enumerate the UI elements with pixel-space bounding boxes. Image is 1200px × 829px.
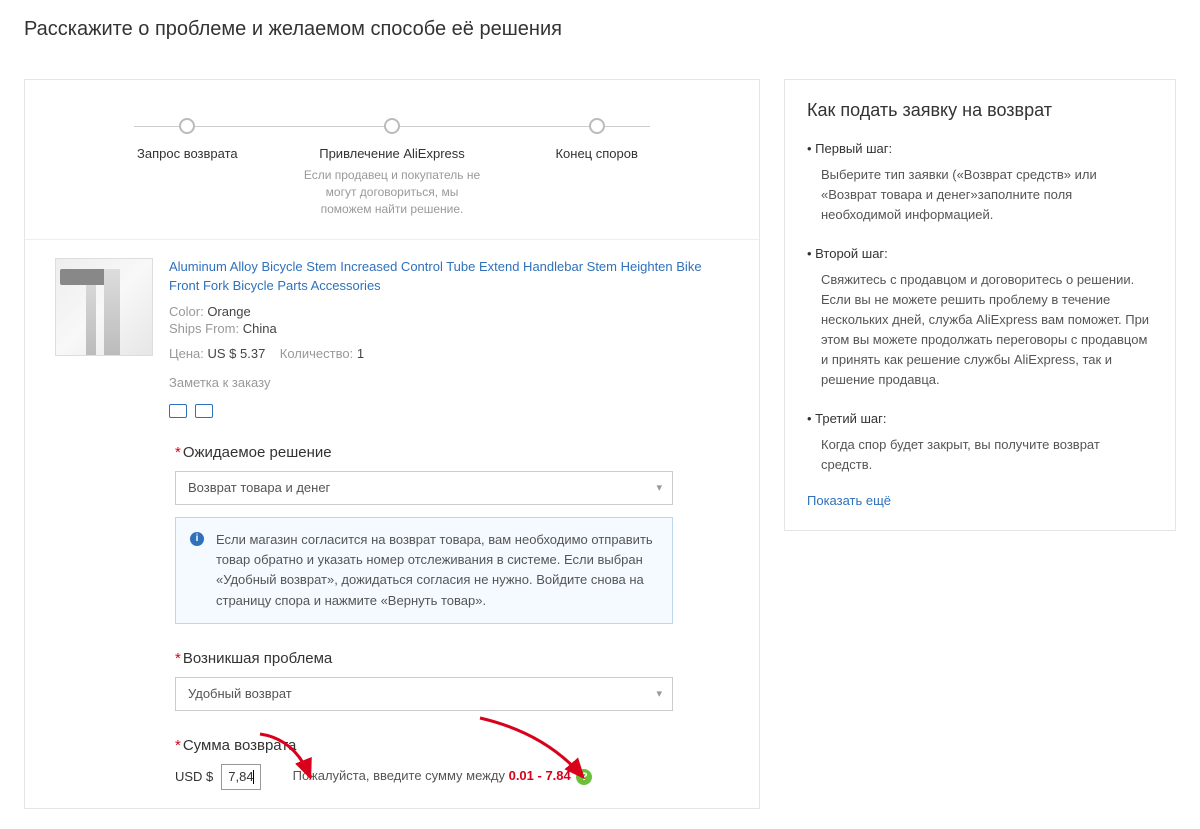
expected-solution-select[interactable]: Возврат товара и денег ▾ xyxy=(175,471,673,505)
step-title: Привлечение AliExpress xyxy=(290,146,495,161)
product-row: Aluminum Alloy Bicycle Stem Increased Co… xyxy=(55,258,729,418)
expected-solution-block: *Ожидаемое решение Возврат товара и дене… xyxy=(175,444,729,624)
chevron-down-icon: ▾ xyxy=(656,678,662,710)
problem-label: Возникшая проблема xyxy=(183,650,332,667)
order-note-label: Заметка к заказу xyxy=(169,375,729,390)
step-2: Привлечение AliExpress Если продавец и п… xyxy=(290,118,495,217)
step-circle-icon xyxy=(179,118,195,134)
refund-amount-block: *Сумма возврата USD $ 7,84 Пожалуйста, в… xyxy=(175,737,729,790)
chevron-down-icon: ▾ xyxy=(656,472,662,504)
problem-select[interactable]: Удобный возврат ▾ xyxy=(175,677,673,711)
payment-icon[interactable] xyxy=(195,404,213,418)
info-icon: i xyxy=(190,532,204,546)
refund-range-hint: Пожалуйста, введите сумму между 0.01 - 7… xyxy=(293,768,593,785)
product-ships-from: Ships From: China xyxy=(169,321,729,336)
progress-steps: Запрос возврата Привлечение AliExpress Е… xyxy=(85,118,699,217)
divider xyxy=(25,239,759,240)
shipping-icon[interactable] xyxy=(169,404,187,418)
help-icon[interactable]: ? xyxy=(576,769,592,785)
page-title: Расскажите о проблеме и желаемом способе… xyxy=(0,0,1200,41)
info-box: i Если магазин согласится на возврат тов… xyxy=(175,517,673,624)
help-step-3: • Третий шаг: Когда спор будет закрыт, в… xyxy=(807,409,1153,475)
currency-label: USD $ xyxy=(175,769,213,784)
show-more-link[interactable]: Показать ещё xyxy=(807,493,1153,508)
step-title: Конец споров xyxy=(494,146,699,161)
problem-block: *Возникшая проблема Удобный возврат ▾ xyxy=(175,650,729,711)
product-thumbnail[interactable] xyxy=(55,258,153,356)
product-title-link[interactable]: Aluminum Alloy Bicycle Stem Increased Co… xyxy=(169,258,729,296)
product-color: Color: Orange xyxy=(169,304,729,319)
step-title: Запрос возврата xyxy=(85,146,290,161)
expected-solution-label: Ожидаемое решение xyxy=(183,444,332,461)
refund-amount-label: Сумма возврата xyxy=(183,737,297,754)
help-step-1: • Первый шаг: Выберите тип заявки («Возв… xyxy=(807,139,1153,226)
step-circle-icon xyxy=(384,118,400,134)
step-circle-icon xyxy=(589,118,605,134)
dispute-form-card: Запрос возврата Привлечение AliExpress Е… xyxy=(24,79,760,809)
step-3: Конец споров xyxy=(494,118,699,167)
refund-amount-input[interactable]: 7,84 xyxy=(221,764,260,790)
step-1: Запрос возврата xyxy=(85,118,290,167)
step-subtitle: Если продавец и покупатель не могут дого… xyxy=(302,167,482,217)
help-step-2: • Второй шаг: Свяжитесь с продавцом и до… xyxy=(807,244,1153,391)
help-sidebar-title: Как подать заявку на возврат xyxy=(807,100,1153,121)
product-price-qty: Цена: US $ 5.37 Количество: 1 xyxy=(169,346,729,361)
help-sidebar: Как подать заявку на возврат • Первый ша… xyxy=(784,79,1176,531)
